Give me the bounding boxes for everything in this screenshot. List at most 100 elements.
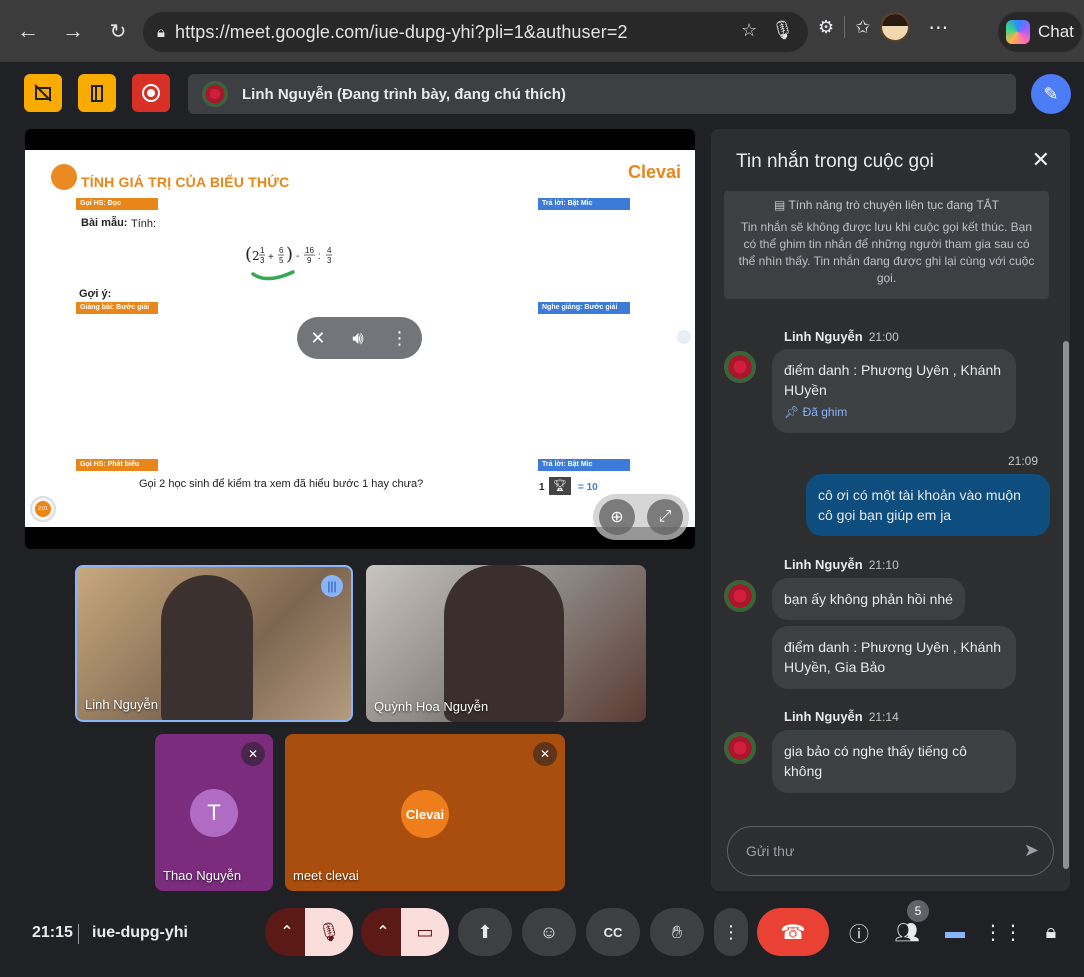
participant-logo-avatar: Clevai [401,790,449,838]
apps-grid-icon: ⋮⋮ [983,921,1023,944]
activities-button[interactable]: ⋮⋮ [983,918,1023,946]
chat-info-header: ▤ Tính năng trò chuyện liên tục đang TẮT [734,197,1039,214]
more-icon[interactable]: ⋯ [928,15,948,40]
chat-message[interactable]: gia bảo có nghe thấy tiếng cô không [772,730,1016,793]
participant-tile[interactable]: ✕ T Thao Nguyễn [155,734,273,891]
browser-toolbar: ← → ↻ 🔒︎ https://meet.google.com/iue-dup… [0,0,1084,62]
side-dot-icon [677,330,691,344]
participant-name: Quỳnh Hoa Nguyễn [374,699,489,714]
fullscreen-icon[interactable]: ⤢ [647,499,683,535]
star-icon[interactable]: ☆ [741,20,757,41]
audio-options-button[interactable]: ⌃ [265,908,309,956]
svg-text:): ) [286,244,293,265]
leave-call-button[interactable]: ☎︎ [757,908,829,956]
participant-tile[interactable]: ||| Linh Nguyễn [75,565,353,722]
people-button[interactable]: 👥︎ [893,918,921,946]
leave-room-button[interactable] [78,74,116,112]
meeting-clock: 21:15 [32,924,73,941]
more-options-icon[interactable]: ⋮ [391,328,409,349]
volume-icon[interactable]: 🔊︎ [352,328,363,349]
toolbar-divider [844,16,846,38]
meeting-controls-bar: 21:15 iue-dupg-yhi ⌃ 🎙︎ ⌃ ▭ ⬆ ☺ CC ✋︎ ⋮ … [0,900,1084,970]
lock-icon: 🔒︎ [1045,920,1057,943]
mic-toggle-button[interactable]: 🎙︎ [305,908,353,956]
chat-info-box: ▤ Tính năng trò chuyện liên tục đang TẮT… [724,191,1049,299]
participant-tile[interactable]: ✕ Clevai meet clevai [285,734,565,891]
score-count: 1 [539,482,545,493]
participant-name: meet clevai [293,868,359,883]
close-icon[interactable]: ✕ [1032,147,1050,173]
raise-hand-button[interactable]: ✋︎ [650,908,704,956]
url-text[interactable]: https://meet.google.com/iue-dupg-yhi?pli… [175,22,628,43]
record-button[interactable] [132,74,170,112]
timer-label: 2:01 [35,501,51,517]
chat-title: Tin nhắn trong cuộc gọi [736,151,934,172]
forward-icon[interactable]: → [55,13,91,49]
slide-tag: Gọi HS: Phát biểu [76,459,158,471]
more-options-button[interactable]: ⋮ [714,908,748,956]
message-time: 21:09 [1007,454,1038,468]
info-icon: ⓘ [849,923,869,946]
magic-pen-button[interactable]: ✎ [1031,74,1071,114]
pinned-text: Đã ghim [802,405,848,419]
present-screen-icon: ⬆ [477,921,493,942]
present-button[interactable]: ⬆ [458,908,512,956]
camera-toggle-button[interactable]: ▭ [401,908,449,956]
svg-text:1: 1 [260,246,265,255]
score-eq: = 10 [578,482,598,493]
reload-icon[interactable]: ↻ [100,13,136,49]
site-info-icon[interactable]: 🔒︎ [157,24,165,41]
chat-scrollbar[interactable] [1063,341,1069,869]
chat-input[interactable]: Gửi thư ➤ [727,826,1054,876]
copilot-icon [1006,20,1030,44]
back-icon[interactable]: ← [10,13,46,49]
slide-title: TÍNH GIÁ TRỊ CỦA BIỂU THỨC [81,174,290,190]
slide-question: Gọi 2 học sinh để kiểm tra xem đã hiểu b… [139,478,424,490]
more-vert-icon: ⋮ [722,921,740,942]
participant-video-silhouette [161,575,253,720]
extensions-icon[interactable]: ⚙ [818,17,834,38]
participant-tile[interactable]: Quỳnh Hoa Nguyễn [366,565,646,722]
timer-widget: 2:01 [30,496,56,522]
slide-brand: Clevai [627,162,681,182]
send-icon[interactable]: ➤ [1024,840,1039,861]
slide-tag: Gọi HS: Đọc [76,198,158,210]
copilot-chat-button[interactable]: Chat [998,12,1082,52]
muted-mic-icon: ✕ [241,742,265,766]
hint-label: Gợi ý: [79,288,112,300]
message-time: 21:10 [868,558,899,572]
mic-icon[interactable]: 🎙︎ [771,20,794,41]
host-controls-button[interactable]: 🔒︎ [1037,918,1065,946]
video-options-button[interactable]: ⌃ [361,908,405,956]
presentation-stage[interactable]: TÍNH GIÁ TRỊ CỦA BIỂU THỨC Clevai Gọi HS… [25,129,695,549]
chat-icon: ▬ [945,920,965,943]
speaking-indicator-icon: ||| [321,575,343,597]
chat-button[interactable]: ▬ [941,918,969,946]
chat-message[interactable]: bạn ấy không phản hồi nhé [772,578,965,620]
chat-message-own[interactable]: cô ơi có một tài khoản vào muộn cô gọi b… [806,474,1050,536]
captions-button[interactable]: CC [586,908,640,956]
svg-text:4: 4 [327,246,332,255]
chat-label: Chat [1038,22,1074,41]
zoom-in-icon[interactable]: ⊕ [599,499,635,535]
message-sender: Linh Nguyễn 21:14 [784,709,899,724]
captions-icon: CC [603,924,623,940]
annotation-off-button[interactable] [24,74,62,112]
magic-pen-icon: ✎ [1043,83,1059,104]
profile-avatar[interactable] [880,12,911,42]
unpin-icon[interactable]: ✕ [310,328,325,349]
hand-icon: ✋︎ [671,921,683,942]
door-icon [91,85,103,102]
chat-message[interactable]: điểm danh : Phương Uyên , Khánh HUyền 📌︎… [772,349,1016,433]
people-icon: 👥︎ [894,921,920,944]
favorites-icon[interactable]: ✩ [855,17,870,38]
message-text: điểm danh : Phương Uyên , Khánh HUyền [784,362,1002,398]
svg-text:5: 5 [279,256,284,265]
slide-tag: Trả lời: Bật Mic [538,459,630,471]
meeting-info-button[interactable]: ⓘ [845,918,873,946]
address-bar[interactable]: 🔒︎ https://meet.google.com/iue-dupg-yhi?… [143,12,808,52]
chat-message[interactable]: điểm danh : Phương Uyên , Khánh HUyền, G… [772,626,1016,689]
zoom-controls: ⊕ ⤢ [593,494,689,540]
reactions-button[interactable]: ☺ [522,908,576,956]
presenting-banner: Linh Nguyễn (Đang trình bày, đang chú th… [188,74,1016,114]
